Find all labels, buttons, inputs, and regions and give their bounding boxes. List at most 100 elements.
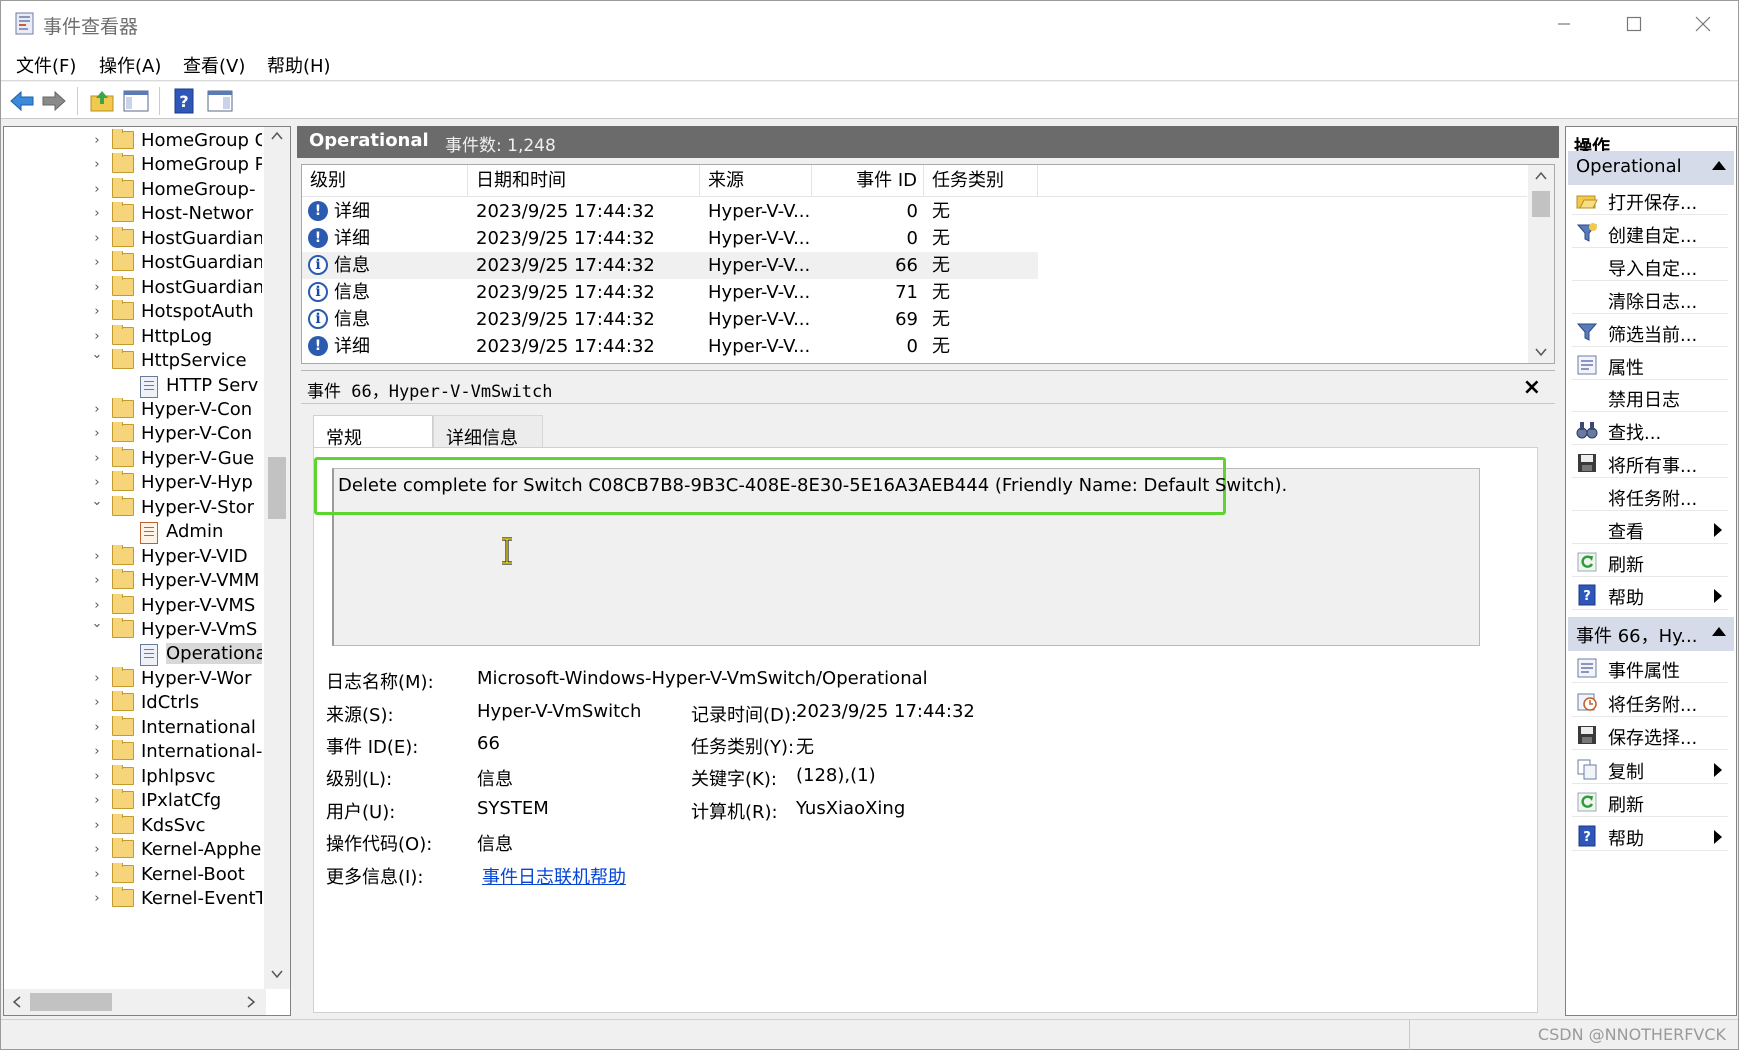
chevron-right-icon[interactable]: › <box>90 451 104 466</box>
tree-item[interactable]: › HostGuardian <box>4 226 262 254</box>
chevron-right-icon[interactable]: › <box>90 818 104 833</box>
tree-item[interactable]: › International- <box>4 740 262 767</box>
tree-item[interactable]: › IdCtrls <box>4 691 262 718</box>
chevron-right-icon[interactable]: › <box>90 280 104 295</box>
menu-file[interactable]: 文件(F) <box>16 52 76 78</box>
tree-item[interactable]: › Kernel-Apphe <box>4 838 262 865</box>
event-row[interactable]: ! 详细 2023/9/25 17:44:32 Hyper-V-V... 0 无 <box>302 333 1038 360</box>
column-header-task-category[interactable]: 任务类别 <box>924 165 1038 197</box>
tree-item[interactable]: › Hyper-V-Con <box>4 422 262 449</box>
action-item[interactable]: 保存选择... <box>1572 720 1728 751</box>
tree-item[interactable]: › Iphlpsvc <box>4 764 262 792</box>
column-header-level[interactable]: 级别 <box>302 165 468 197</box>
action-item[interactable]: 打开保存... <box>1572 185 1728 215</box>
forward-arrow-icon[interactable] <box>41 88 67 114</box>
up-folder-icon[interactable] <box>89 88 115 114</box>
scroll-down-icon[interactable] <box>1535 347 1547 357</box>
tree-item[interactable]: › Hyper-V-Gue <box>4 446 262 474</box>
menu-help[interactable]: 帮助(H) <box>267 52 331 78</box>
action-item[interactable]: 复制 <box>1572 754 1728 784</box>
chevron-right-icon[interactable]: › <box>90 671 104 686</box>
chevron-right-icon[interactable]: › <box>90 891 104 906</box>
chevron-right-icon[interactable]: › <box>90 329 104 344</box>
action-item[interactable]: 查找... <box>1572 415 1728 446</box>
event-row[interactable]: ! 详细 2023/9/25 17:44:32 Hyper-V-V... 0 无 <box>302 198 1038 225</box>
chevron-right-icon[interactable]: › <box>90 402 104 417</box>
action-item[interactable]: ? 帮助 <box>1572 821 1728 851</box>
tree-item[interactable]: › HomeGroup P <box>4 153 262 180</box>
tree-item[interactable]: › KdsSvc <box>4 813 262 841</box>
event-row[interactable]: ! 详细 2023/9/25 17:44:32 Hyper-V-V... 0 无 <box>302 225 1038 252</box>
chevron-down-icon[interactable]: ⌄ <box>90 618 104 631</box>
chevron-right-icon[interactable]: › <box>90 695 104 710</box>
tree-item[interactable]: › Hyper-V-Hyp <box>4 471 262 498</box>
show-hide-action-pane-icon[interactable] <box>207 88 233 114</box>
tree-item[interactable]: › Kernel-EventT <box>4 886 262 914</box>
action-item[interactable]: 将任务附... <box>1572 687 1728 717</box>
tree-item[interactable]: › HomeGroup- <box>4 177 262 205</box>
chevron-right-icon[interactable]: › <box>90 206 104 221</box>
tree-item[interactable]: › Hyper-V-VMS <box>4 593 262 621</box>
collapse-triangle-icon[interactable] <box>1712 161 1726 170</box>
action-item[interactable]: 事件属性 <box>1572 653 1728 683</box>
chevron-right-icon[interactable]: › <box>90 793 104 808</box>
events-scrollbar[interactable] <box>1528 165 1554 363</box>
tree-scrollbar[interactable] <box>264 127 290 989</box>
action-item[interactable]: 将所有事... <box>1572 448 1728 479</box>
chevron-right-icon[interactable]: › <box>90 867 104 882</box>
tree-item[interactable]: › International <box>4 715 262 743</box>
tree-item[interactable]: › Hyper-V-Wor <box>4 666 262 694</box>
event-message-text[interactable]: Delete complete for Switch C08CB7B8-9B3C… <box>338 475 1287 496</box>
action-item[interactable]: 属性 <box>1572 350 1728 380</box>
tree-hscroll-thumb[interactable] <box>30 993 112 1011</box>
chevron-right-icon[interactable]: › <box>90 475 104 490</box>
show-hide-tree-icon[interactable] <box>123 88 149 114</box>
menu-view[interactable]: 查看(V) <box>183 52 245 78</box>
tree-item[interactable]: › HttpLog <box>4 324 262 352</box>
chevron-right-icon[interactable]: › <box>90 133 104 148</box>
scroll-right-icon[interactable] <box>246 996 256 1008</box>
log-tree-pane[interactable]: › HomeGroup C › HomeGroup P › HomeGroup- › Host… <box>3 126 291 1016</box>
menu-action[interactable]: 操作(A) <box>99 52 161 78</box>
action-group-operational[interactable]: Operational <box>1568 151 1734 185</box>
detail-close-icon[interactable]: × <box>1523 375 1541 400</box>
maximize-button[interactable] <box>1599 1 1669 47</box>
scroll-down-icon[interactable] <box>271 969 283 979</box>
tree-item[interactable]: › Hyper-V-Con <box>4 397 262 425</box>
column-header-source[interactable]: 来源 <box>700 165 812 197</box>
chevron-down-icon[interactable]: ⌄ <box>90 349 104 362</box>
action-item[interactable]: 导入自定... <box>1572 251 1728 281</box>
tree-item[interactable]: HTTP Serv <box>4 374 262 401</box>
chevron-right-icon[interactable]: › <box>90 720 104 735</box>
tree-item[interactable]: Operational <box>4 642 262 669</box>
scroll-up-icon[interactable] <box>1535 171 1547 181</box>
column-header-datetime[interactable]: 日期和时间 <box>468 165 700 197</box>
tab-details[interactable]: 详细信息 <box>433 415 543 449</box>
action-item[interactable]: ? 帮助 <box>1572 580 1728 610</box>
tree-item[interactable]: › HomeGroup C <box>4 129 262 156</box>
chevron-right-icon[interactable]: › <box>90 744 104 759</box>
action-item[interactable]: 刷新 <box>1572 787 1728 818</box>
tree-item[interactable]: ⌄ HttpService <box>4 349 262 376</box>
action-group-event[interactable]: 事件 66，Hy... <box>1568 617 1734 651</box>
chevron-right-icon[interactable]: › <box>90 842 104 857</box>
tree-item[interactable]: › Host-Networ <box>4 202 262 229</box>
tree-item[interactable]: Admin <box>4 520 262 547</box>
tree-horizontal-scrollbar[interactable] <box>4 989 266 1015</box>
chevron-right-icon[interactable]: › <box>90 182 104 197</box>
action-item[interactable]: 禁用日志 <box>1572 382 1728 413</box>
action-item[interactable]: 刷新 <box>1572 547 1728 577</box>
minimize-button[interactable] <box>1529 1 1599 47</box>
tree-item[interactable]: ⌄ Hyper-V-Stor <box>4 495 262 523</box>
action-item[interactable]: 查看 <box>1572 514 1728 544</box>
chevron-right-icon[interactable]: › <box>90 157 104 172</box>
events-list[interactable]: 级别 日期和时间 来源 事件 ID 任务类别 ! 详细 2023/9/25 17:4… <box>301 164 1555 364</box>
online-help-link[interactable]: 事件日志联机帮助 <box>482 863 626 889</box>
chevron-right-icon[interactable]: › <box>90 304 104 319</box>
tree-item[interactable]: › HostGuardian <box>4 251 262 278</box>
collapse-triangle-icon[interactable] <box>1712 627 1726 636</box>
chevron-right-icon[interactable]: › <box>90 598 104 613</box>
event-message-box[interactable]: Delete complete for Switch C08CB7B8-9B3C… <box>314 457 1480 646</box>
action-item[interactable]: 清除日志... <box>1572 284 1728 314</box>
event-row[interactable]: i 信息 2023/9/25 17:44:32 Hyper-V-V... 66 无 <box>302 252 1038 279</box>
